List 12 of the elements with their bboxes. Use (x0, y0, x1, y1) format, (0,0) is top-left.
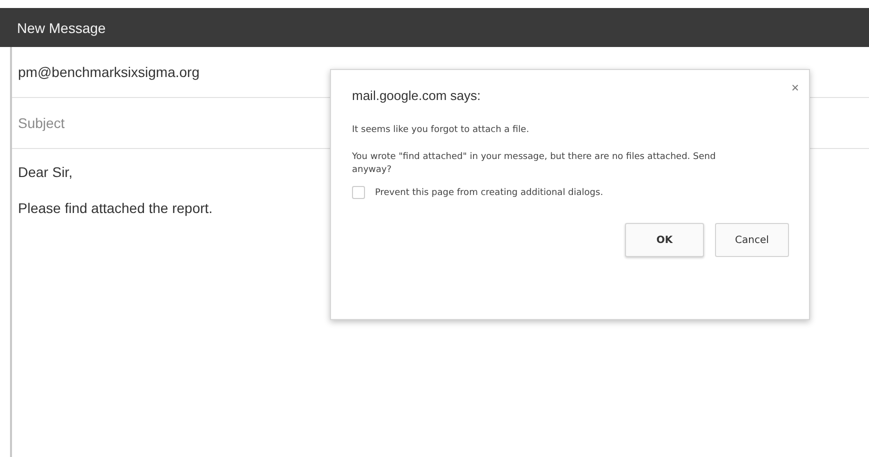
checkbox-label: Prevent this page from creating additional dialogs. (375, 188, 604, 198)
dialog-message: It seems like you forgot to attach a file. (352, 125, 530, 135)
prevent-checkbox[interactable] (352, 186, 365, 199)
dialog-title: mail.google.com says: (352, 88, 482, 103)
close-button[interactable]: × (791, 80, 799, 95)
message-line: Please find attached the report. (18, 200, 213, 216)
window-title: New Message (17, 20, 106, 36)
dialog-detail: You wrote "find attached" in your message, but there are no files attached. Send anyway? (352, 151, 717, 177)
message-line: Dear Sir, (18, 164, 72, 180)
ok-button[interactable]: OK (625, 223, 704, 257)
recipient-chip[interactable]: pm@benchmarksixsigma.org (18, 64, 200, 80)
cancel-button[interactable]: Cancel (715, 223, 789, 257)
